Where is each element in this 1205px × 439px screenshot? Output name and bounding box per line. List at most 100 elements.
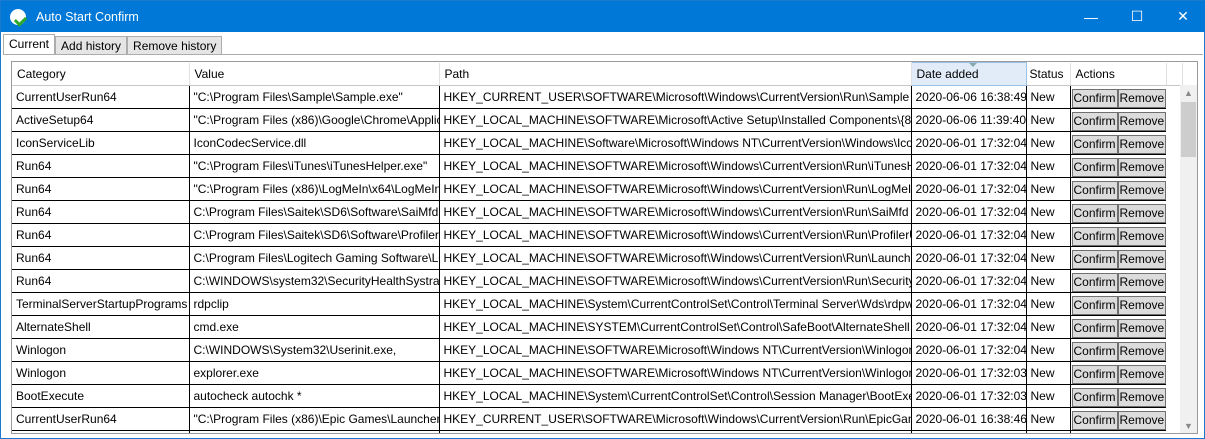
cell-status: New xyxy=(1026,269,1071,293)
cell-value xyxy=(189,430,440,433)
table-row[interactable]: CurrentUserRun64 "C:\Program Files\Sample… xyxy=(12,85,1182,109)
remove-button[interactable]: Remove xyxy=(1117,364,1166,384)
cell-category: CurrentUserRun64 xyxy=(12,407,190,431)
remove-button[interactable]: Remove xyxy=(1117,410,1166,430)
cell-category: Winlogon xyxy=(12,338,190,362)
remove-button[interactable]: Remove xyxy=(1117,295,1166,315)
table-row[interactable]: ConfirmRemove xyxy=(12,430,1182,435)
remove-button[interactable]: Remove xyxy=(1117,387,1166,407)
remove-button[interactable]: Remove xyxy=(1117,318,1166,338)
close-button[interactable]: ✕ xyxy=(1160,1,1205,32)
confirm-button[interactable]: Confirm xyxy=(1071,111,1118,131)
autostart-grid: Category Value Path Date added Status Ac… xyxy=(11,61,1198,434)
confirm-button[interactable]: Confirm xyxy=(1071,226,1118,246)
cell-status: New xyxy=(1026,131,1071,155)
table-row[interactable]: Winlogon C:\WINDOWS\System32\Userinit.exe… xyxy=(12,338,1182,362)
cell-date xyxy=(911,430,1027,433)
minimize-button[interactable]: — xyxy=(1068,1,1114,32)
table-row[interactable]: Winlogon explorer.exe HKEY_LOCAL_MACHINE\S… xyxy=(12,361,1182,385)
scroll-down-arrow-icon[interactable]: ▼ xyxy=(1180,418,1197,433)
scroll-up-arrow-icon[interactable]: ▲ xyxy=(1180,85,1197,102)
remove-button[interactable]: Remove xyxy=(1117,226,1166,246)
cell-date: 2020-06-01 17:32:03 xyxy=(911,384,1027,408)
tab-remove-history[interactable]: Remove history xyxy=(127,36,223,55)
table-row[interactable]: Run64 C:\Program Files\Saitek\SD6\Softwar… xyxy=(12,223,1182,247)
cell-path: HKEY_LOCAL_MACHINE\SOFTWARE\Microsoft\Ac… xyxy=(439,108,912,132)
table-row[interactable]: Run64 C:\Program Files\Logitech Gaming So… xyxy=(12,246,1182,270)
cell-actions: ConfirmRemove xyxy=(1070,85,1166,109)
table-row[interactable]: TerminalServerStartupPrograms rdpclip HKEY… xyxy=(12,292,1182,316)
cell-value: C:\Program Files\Logitech Gaming Softwar… xyxy=(189,246,440,270)
confirm-button[interactable]: Confirm xyxy=(1071,387,1118,407)
cell-status: New xyxy=(1026,292,1071,316)
cell-actions: ConfirmRemove xyxy=(1070,131,1166,155)
cell-value: C:\WINDOWS\system32\SecurityHealthSystra… xyxy=(189,269,440,293)
remove-button[interactable]: Remove xyxy=(1117,134,1166,154)
cell-actions: ConfirmRemove xyxy=(1070,200,1166,224)
remove-button[interactable]: Remove xyxy=(1117,341,1166,361)
column-header-actions[interactable]: Actions xyxy=(1070,62,1167,86)
column-header-category[interactable]: Category xyxy=(12,62,190,86)
confirm-button[interactable]: Confirm xyxy=(1071,134,1118,154)
remove-button[interactable]: Remove xyxy=(1117,157,1166,177)
remove-button[interactable]: Remove xyxy=(1117,180,1166,200)
column-header-filler xyxy=(1166,62,1183,86)
confirm-button[interactable]: Confirm xyxy=(1071,203,1118,223)
cell-date: 2020-06-01 16:38:46 xyxy=(911,407,1027,431)
cell-status: New xyxy=(1026,407,1071,431)
remove-button[interactable]: Remove xyxy=(1117,88,1166,108)
confirm-button[interactable]: Confirm xyxy=(1071,364,1118,384)
table-row[interactable]: ActiveSetup64 "C:\Program Files (x86)\Goo… xyxy=(12,108,1182,132)
vertical-scrollbar[interactable]: ▲ ▼ xyxy=(1180,85,1197,433)
table-row[interactable]: BootExecute autocheck autochk * HKEY_LOCAL… xyxy=(12,384,1182,408)
cell-actions: ConfirmRemove xyxy=(1070,246,1166,270)
confirm-button[interactable]: Confirm xyxy=(1071,341,1118,361)
confirm-button[interactable]: Confirm xyxy=(1071,295,1118,315)
table-row[interactable]: Run64 "C:\Program Files (x86)\LogMeIn\x64… xyxy=(12,177,1182,201)
column-header-date-added[interactable]: Date added xyxy=(910,62,1027,86)
cell-value: "C:\Program Files (x86)\LogMeIn\x64\LogM… xyxy=(189,177,440,201)
cell-value: C:\Program Files\Saitek\SD6\Software\Sai… xyxy=(189,200,440,224)
scrollbar-thumb[interactable] xyxy=(1181,102,1196,157)
table-row[interactable]: CurrentUserRun64 "C:\Program Files (x86)\… xyxy=(12,407,1182,431)
confirm-button[interactable]: Confirm xyxy=(1071,318,1118,338)
confirm-button[interactable]: Confirm xyxy=(1071,272,1118,292)
cell-path: HKEY_LOCAL_MACHINE\System\CurrentControl… xyxy=(439,384,912,408)
table-row[interactable]: Run64 C:\Program Files\Saitek\SD6\Softwar… xyxy=(12,200,1182,224)
cell-category: Run64 xyxy=(12,177,190,201)
cell-value: rdpclip xyxy=(189,292,440,316)
confirm-button[interactable]: Confirm xyxy=(1071,249,1118,269)
cell-date: 2020-06-01 17:32:04 xyxy=(911,177,1027,201)
remove-button[interactable]: Remove xyxy=(1117,272,1166,292)
cell-category: Winlogon xyxy=(12,361,190,385)
column-header-value[interactable]: Value xyxy=(189,62,440,86)
cell-actions: ConfirmRemove xyxy=(1070,430,1166,435)
table-row[interactable]: Run64 C:\WINDOWS\system32\SecurityHealthS… xyxy=(12,269,1182,293)
cell-actions: ConfirmRemove xyxy=(1070,407,1166,431)
cell-actions: ConfirmRemove xyxy=(1070,292,1166,316)
remove-button[interactable]: Remove xyxy=(1117,249,1166,269)
confirm-button[interactable]: Confirm xyxy=(1071,180,1118,200)
column-header-status[interactable]: Status xyxy=(1026,62,1071,86)
table-row[interactable]: AlternateShell cmd.exe HKEY_LOCAL_MACHINE\… xyxy=(12,315,1182,339)
maximize-button[interactable]: ☐ xyxy=(1114,1,1160,32)
column-header-path[interactable]: Path xyxy=(439,62,912,86)
confirm-button[interactable]: Confirm xyxy=(1071,88,1118,108)
table-row[interactable]: Run64 "C:\Program Files\iTunes\iTunesHelp… xyxy=(12,154,1182,178)
cell-date: 2020-06-01 17:32:04 xyxy=(911,154,1027,178)
confirm-button[interactable]: Confirm xyxy=(1071,157,1118,177)
cell-actions: ConfirmRemove xyxy=(1070,361,1166,385)
remove-button[interactable]: Remove xyxy=(1118,434,1166,435)
tab-current[interactable]: Current xyxy=(3,34,56,55)
confirm-button[interactable]: Confirm xyxy=(1071,410,1118,430)
app-icon xyxy=(10,8,26,25)
tab-add-history[interactable]: Add history xyxy=(55,36,128,55)
title-bar: Auto Start Confirm — ☐ ✕ xyxy=(1,1,1205,32)
remove-button[interactable]: Remove xyxy=(1117,203,1166,223)
remove-button[interactable]: Remove xyxy=(1117,111,1166,131)
cell-path: HKEY_LOCAL_MACHINE\SOFTWARE\Microsoft\Wi… xyxy=(439,154,912,178)
confirm-button[interactable]: Confirm xyxy=(1072,434,1118,435)
cell-path: HKEY_LOCAL_MACHINE\SOFTWARE\Microsoft\Wi… xyxy=(439,200,912,224)
cell-path: HKEY_LOCAL_MACHINE\SOFTWARE\Microsoft\Wi… xyxy=(439,177,912,201)
table-row[interactable]: IconServiceLib IconCodecService.dll HKEY_L… xyxy=(12,131,1182,155)
